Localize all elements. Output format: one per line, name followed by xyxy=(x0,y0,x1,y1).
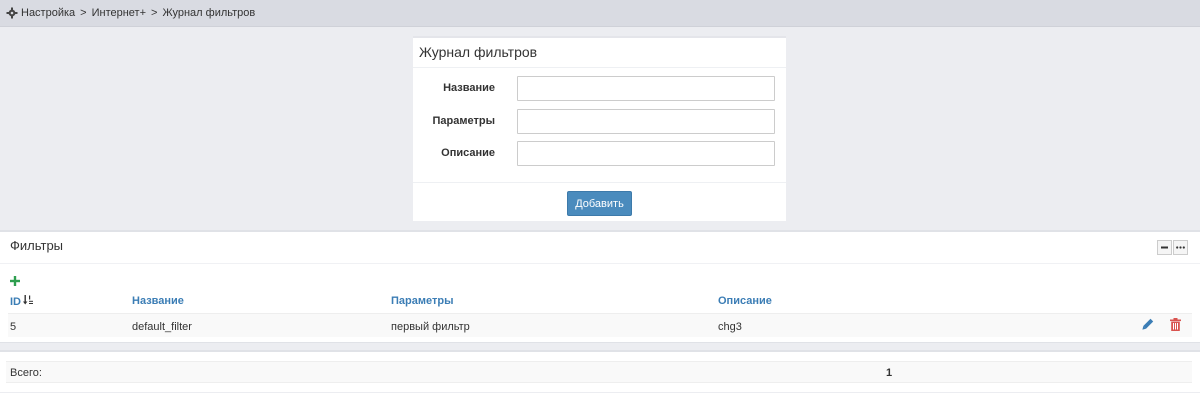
params-label: Параметры xyxy=(432,115,495,127)
column-header-name[interactable]: Название xyxy=(132,295,184,307)
column-header-id-label: ID xyxy=(10,295,21,308)
filters-panel: Фильтры ID Название Параметры Описание 5… xyxy=(0,230,1200,343)
column-header-id[interactable]: ID xyxy=(10,295,34,308)
more-icon[interactable] xyxy=(1173,240,1188,255)
plus-icon[interactable] xyxy=(10,275,20,289)
description-label: Описание xyxy=(441,147,495,159)
minimize-icon[interactable] xyxy=(1157,240,1172,255)
name-input[interactable] xyxy=(517,76,775,101)
form-row-description: Описание xyxy=(413,141,786,167)
total-row: Всего: 1 xyxy=(6,361,1192,383)
description-input[interactable] xyxy=(517,141,775,166)
add-button[interactable]: Добавить xyxy=(567,191,632,216)
column-header-description[interactable]: Описание xyxy=(718,295,772,307)
form-row-name: Название xyxy=(413,76,786,102)
total-label: Всего: xyxy=(10,367,42,379)
form-footer: Добавить xyxy=(413,182,786,223)
cell-description: chg3 xyxy=(718,321,742,333)
form-title: Журнал фильтров xyxy=(413,38,786,68)
column-header-params[interactable]: Параметры xyxy=(391,295,453,307)
add-filter-form: Журнал фильтров Название Параметры Описа… xyxy=(413,36,786,221)
params-input[interactable] xyxy=(517,109,775,134)
gear-icon xyxy=(6,7,18,19)
table-row: 5 default_filter первый фильтр chg3 xyxy=(8,313,1192,337)
breadcrumb-item-filter-log: Журнал фильтров xyxy=(162,7,256,19)
breadcrumb: Настройка > Интернет+ > Журнал фильтров xyxy=(0,0,1200,27)
total-value: 1 xyxy=(886,367,893,379)
form-row-params: Параметры xyxy=(413,109,786,135)
panel-tools xyxy=(1156,240,1188,255)
name-label: Название xyxy=(443,82,495,94)
sort-numeric-icon[interactable] xyxy=(23,295,34,308)
total-panel: Всего: 1 xyxy=(0,350,1200,392)
cell-params: первый фильтр xyxy=(391,321,470,333)
breadcrumb-separator: > xyxy=(151,7,158,19)
breadcrumb-item-internet[interactable]: Интернет+ xyxy=(92,7,146,19)
trash-icon[interactable] xyxy=(1170,318,1181,331)
breadcrumb-item-settings[interactable]: Настройка xyxy=(21,7,75,19)
edit-pencil-icon[interactable] xyxy=(1142,318,1154,330)
cell-id: 5 xyxy=(10,321,17,333)
breadcrumb-separator: > xyxy=(80,7,87,19)
filters-title: Фильтры xyxy=(0,232,1200,264)
cell-name: default_filter xyxy=(132,321,192,333)
